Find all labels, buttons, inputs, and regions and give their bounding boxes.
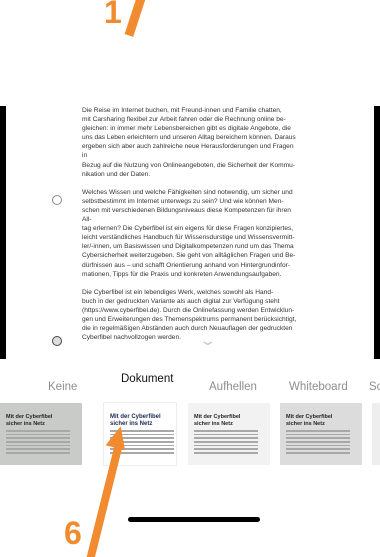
- page-text: Die Reise im Internet buchen, mit Freund…: [82, 106, 297, 351]
- scanned-page: Die Reise im Internet buchen, mit Freund…: [6, 106, 374, 359]
- thumbnail-whiteboard[interactable]: Mit der Cyberfibel sicher ins Netz: [280, 403, 362, 465]
- arrow-top-annotation: [124, 0, 146, 37]
- paragraph-1: Die Reise im Internet buchen, mit Freund…: [82, 107, 296, 178]
- filter-bar: Keine Dokument Aufhellen Whiteboard Sc: [0, 373, 380, 403]
- filter-whiteboard[interactable]: Whiteboard: [289, 381, 348, 393]
- document-preview: Die Reise im Internet buchen, mit Freund…: [0, 106, 380, 359]
- paragraph-3: Die Cyberfibel ist ein lebendiges Werk, …: [82, 288, 297, 342]
- chevron-down-icon[interactable]: ⌄: [198, 332, 217, 349]
- filter-aufhellen[interactable]: Aufhellen: [209, 381, 257, 393]
- filter-dokument[interactable]: Dokument: [121, 373, 173, 385]
- thumbnail-lines: [286, 430, 350, 456]
- filter-partial[interactable]: Sc: [369, 381, 380, 393]
- thumbnail-keine[interactable]: Mit der Cyberfibel sicher ins Netz: [0, 403, 82, 465]
- punch-hole-icon: [52, 336, 62, 346]
- punch-hole-icon: [52, 195, 62, 205]
- thumbnail-aufhellen[interactable]: Mit der Cyberfibel sicher ins Netz: [188, 403, 270, 465]
- home-indicator[interactable]: [128, 517, 260, 522]
- thumbnail-lines: [6, 430, 70, 456]
- thumbnail-title: Mit der Cyberfibel sicher ins Netz: [6, 414, 53, 427]
- thumbnail-title: Mit der Cyberfibel sicher ins Netz: [286, 414, 333, 427]
- paragraph-2: Welches Wissen und welche Fähigkeiten si…: [82, 188, 296, 278]
- filter-keine[interactable]: Keine: [48, 381, 77, 393]
- filter-thumbnails: Mit der Cyberfibel sicher ins Netz Mit d…: [0, 403, 380, 465]
- thumbnail-lines: [194, 430, 258, 456]
- step-6-annotation: 6: [64, 515, 82, 551]
- thumbnail-partial[interactable]: [372, 403, 380, 465]
- step-1-annotation: 1: [104, 0, 122, 30]
- thumbnail-title: Mit der Cyberfibel sicher ins Netz: [194, 414, 241, 427]
